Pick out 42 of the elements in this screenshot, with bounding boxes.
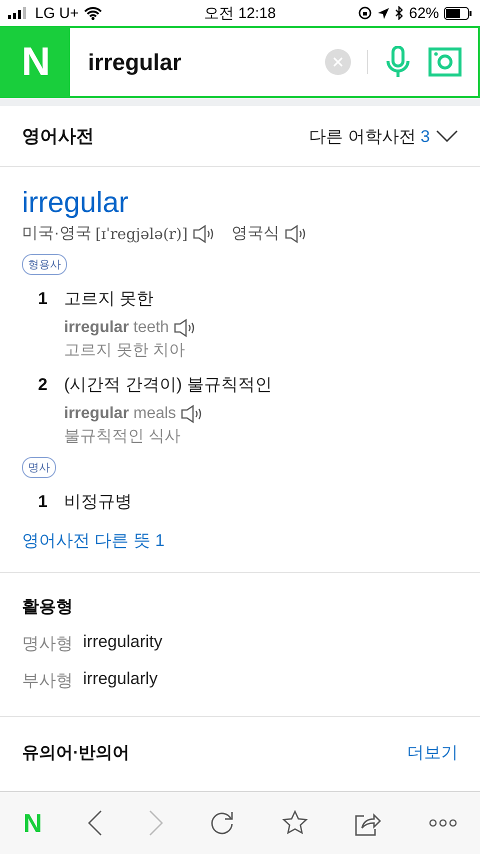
more-link[interactable]: 더보기	[407, 741, 458, 764]
section-title: 유의어·반의어	[22, 742, 130, 764]
sense-meaning: (시간적 간격이) 불규칙적인	[64, 374, 273, 396]
sense-meaning: 비정규병	[64, 491, 133, 513]
rotation-lock-icon	[358, 6, 372, 20]
more-meanings-link[interactable]: 영어사전 다른 뜻 1	[22, 529, 165, 552]
speaker-icon[interactable]	[192, 224, 216, 244]
section-title: 영어사전	[22, 125, 94, 148]
sense-number: 1	[38, 289, 48, 309]
speaker-icon[interactable]	[284, 224, 308, 244]
battery-icon	[444, 6, 472, 20]
form-word: irregularity	[83, 632, 162, 653]
location-icon	[376, 6, 390, 20]
sense-meaning: 고르지 못한	[64, 288, 155, 310]
more-icon[interactable]	[428, 819, 457, 827]
star-icon[interactable]	[282, 810, 308, 836]
section-title: 활용형	[22, 596, 74, 618]
example-sentence: irregular teeth	[64, 319, 169, 337]
example-translation: 불규칙적인 식사	[64, 427, 182, 447]
bluetooth-icon	[394, 6, 404, 20]
pronunciation-label: 미국·영국	[22, 224, 92, 244]
form-word: irregularly	[83, 669, 158, 690]
reload-icon[interactable]	[209, 810, 236, 836]
pronunciation-label: 영국식	[232, 224, 280, 244]
battery-percent: 62%	[408, 4, 440, 22]
clock-time: 오전 12:18	[203, 4, 277, 22]
form-label: 명사형	[22, 633, 73, 655]
other-dictionaries-link[interactable]: 다른 어학사전 3	[309, 124, 430, 148]
speaker-icon[interactable]	[172, 318, 197, 338]
sense-number: 1	[38, 492, 48, 512]
wifi-icon	[84, 6, 102, 20]
part-of-speech-tag: 형용사	[22, 254, 67, 275]
pronunciation: [ɪˈregjələ(r)]	[95, 224, 188, 242]
part-of-speech-tag: 명사	[22, 457, 56, 478]
form-label: 부사형	[22, 670, 73, 692]
sense-number: 2	[38, 375, 48, 395]
carrier-name: LG U+	[35, 4, 79, 22]
example-sentence: irregular meals	[64, 405, 176, 423]
headword: irregular	[22, 186, 130, 221]
example-translation: 고르지 못한 치아	[64, 341, 186, 361]
back-icon[interactable]	[88, 810, 102, 836]
chevron-down-icon[interactable]	[436, 130, 458, 142]
